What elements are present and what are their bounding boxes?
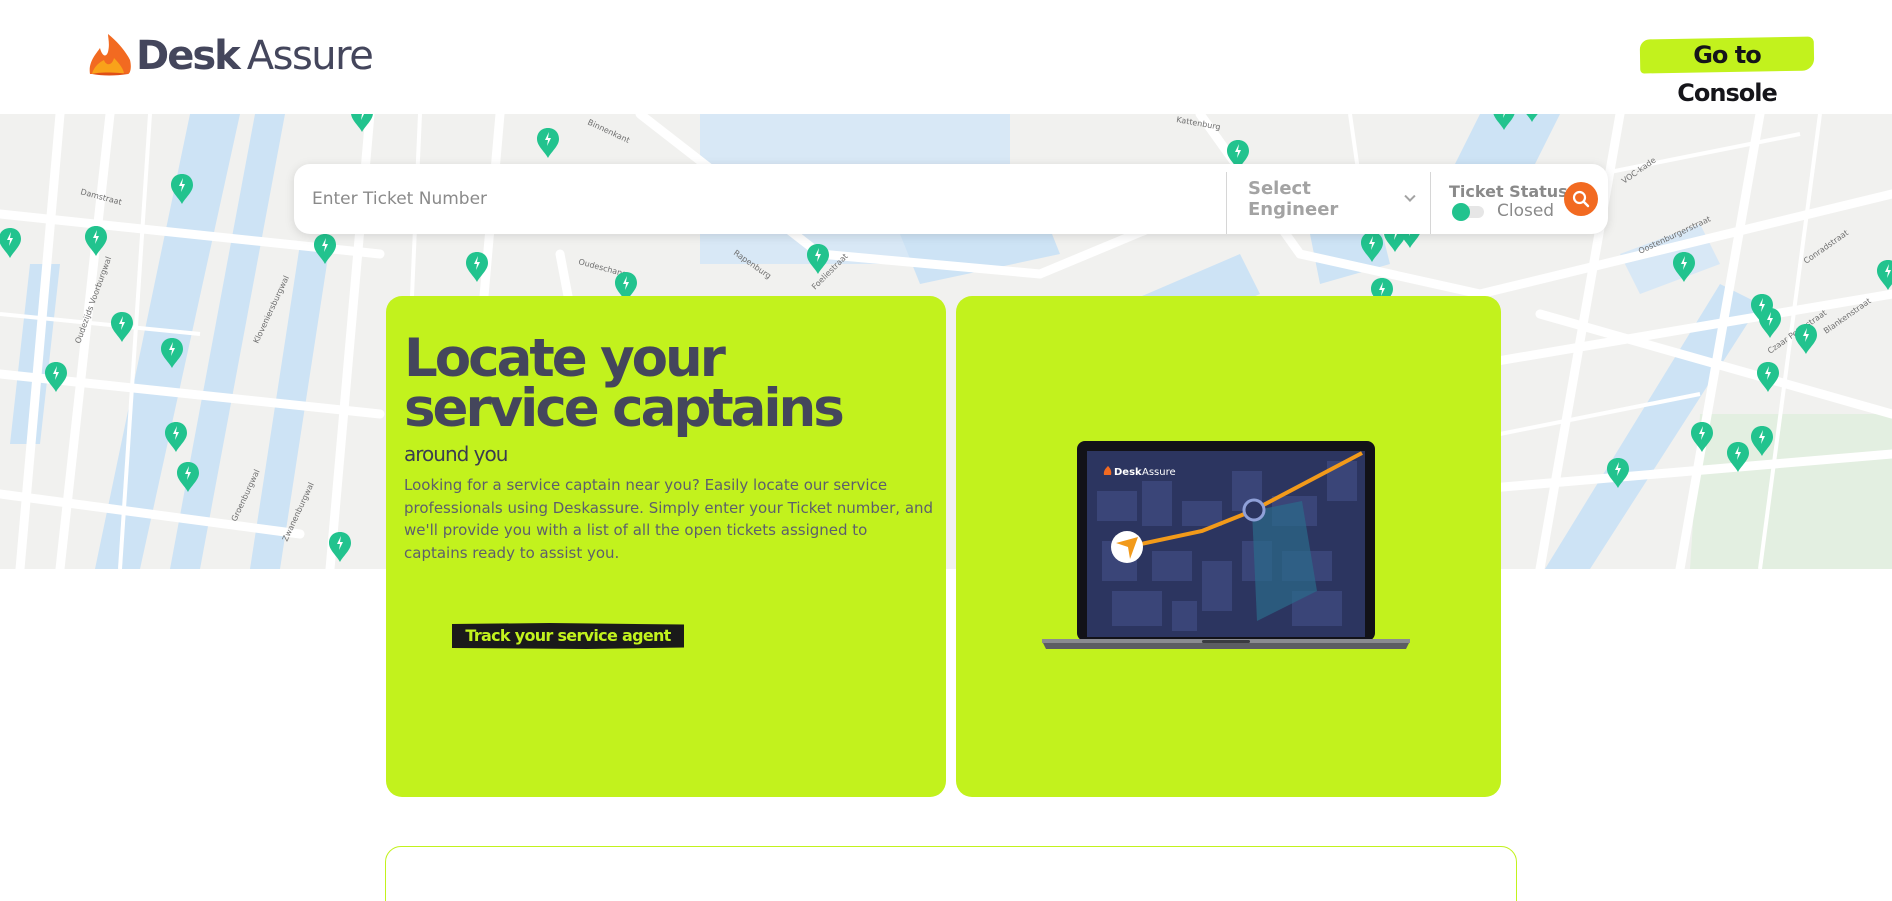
screen-logo-assure: Assure	[1142, 467, 1176, 478]
hero-subtitle: around you	[404, 442, 508, 466]
chevron-down-icon	[1404, 190, 1416, 202]
header: Desk Assure Go to Console	[0, 0, 1892, 114]
hero-card: Locate your service captains around you …	[386, 296, 946, 797]
search-button[interactable]	[1564, 182, 1598, 216]
illustration-card: Desk Assure	[956, 296, 1501, 797]
ticket-status-value: Closed	[1497, 201, 1555, 221]
laptop-map-illustration: Desk Assure	[1042, 441, 1410, 649]
hero-description: Looking for a service captain near you? …	[404, 476, 934, 562]
engineer-select[interactable]: Select Engineer	[1248, 178, 1416, 220]
console-button-label: Go to Console	[1677, 41, 1777, 107]
go-to-console-button[interactable]: Go to Console	[1639, 36, 1815, 107]
toggle-knob	[1452, 203, 1470, 221]
search-divider	[1226, 172, 1227, 234]
street-label: Groenburgwal	[230, 468, 262, 523]
ticket-status-toggle[interactable]	[1452, 203, 1484, 221]
flame-logo-icon	[89, 34, 131, 76]
screen-logo-desk: Desk	[1114, 467, 1142, 478]
ticket-search-bar: Select Engineer Ticket Status Closed	[294, 164, 1608, 234]
search-icon	[1572, 190, 1590, 208]
track-button-label: Track your service agent	[465, 626, 671, 645]
engineer-select-label: Select Engineer	[1248, 178, 1339, 220]
logo-desk-text: Desk	[136, 33, 241, 79]
ticket-number-input[interactable]	[312, 178, 1192, 220]
bottom-section-box	[385, 846, 1517, 901]
track-service-agent-button[interactable]: Track your service agent	[452, 623, 684, 649]
ticket-status-title: Ticket Status	[1449, 182, 1568, 201]
logo-assure-text: Assure	[246, 33, 374, 79]
search-divider	[1430, 172, 1431, 234]
street-label: Kloveniersburgwal	[252, 274, 291, 345]
street-label: Conradstraat	[1802, 228, 1850, 265]
street-label: Binnenkant	[586, 118, 631, 145]
hero-title: Locate your service captains	[404, 328, 845, 439]
desk-assure-logo[interactable]: Desk Assure	[86, 30, 374, 82]
